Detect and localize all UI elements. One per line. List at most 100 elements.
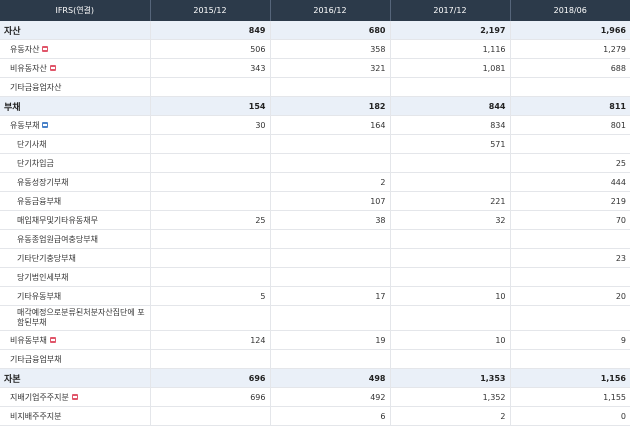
value-cell [390,229,511,249]
table-row: 유동부채 30 164 834 801 [0,115,630,135]
value-cell: 10 [390,330,511,350]
value-cell: 182 [270,96,391,116]
value-cell: 444 [510,172,630,192]
row-label: 단기사채 [17,139,47,149]
value-cell: 154 [150,96,271,116]
row-label: 매입채무및기타유동채무 [17,215,98,225]
value-cell [270,134,391,154]
value-cell: 2,197 [390,21,511,40]
value-cell [390,172,511,192]
value-cell [390,248,511,268]
value-cell [150,134,271,154]
row-label-cell: 단기차입금 [0,153,151,173]
value-cell [270,77,391,97]
value-cell: 30 [150,115,271,135]
collapse-icon[interactable] [42,121,49,128]
row-label-cell: 부채 [0,96,151,116]
value-cell [150,305,271,331]
value-cell: 1,156 [510,368,630,388]
value-cell: 321 [270,58,391,78]
table-row: 매각예정으로분류된처분자산집단에 포함된부채 [0,305,630,331]
value-cell [510,349,630,369]
row-label: 기타유동부채 [17,291,62,301]
row-label-cell: 유동성장기부채 [0,172,151,192]
value-cell: 492 [270,387,391,407]
value-cell: 25 [510,153,630,173]
value-cell: 1,155 [510,387,630,407]
value-cell [150,349,271,369]
row-label: 단기차입금 [17,158,54,168]
value-cell [390,305,511,331]
value-cell [510,305,630,331]
value-cell [150,267,271,287]
table-row: 유동금융부채 107 221 219 [0,191,630,211]
value-cell: 834 [390,115,511,135]
value-cell: 1,966 [510,21,630,40]
value-cell: 343 [150,58,271,78]
table-row: 기타단기충당부채 23 [0,248,630,268]
value-cell: 844 [390,96,511,116]
value-cell: 9 [510,330,630,350]
expand-icon[interactable] [42,45,49,52]
value-cell [150,191,271,211]
row-label-cell: 단기사채 [0,134,151,154]
value-cell [270,267,391,287]
row-label: 유동금융부채 [17,196,62,206]
row-label: 부채 [4,102,21,113]
value-cell: 498 [270,368,391,388]
table-row: 유동종업원급여충당부채 [0,229,630,249]
expand-icon[interactable] [49,64,56,71]
header-row: IFRS(연결) 2015/12 2016/12 2017/12 2018/06 [0,0,630,21]
header-title: IFRS(연결) [0,0,151,21]
value-cell: 107 [270,191,391,211]
value-cell: 219 [510,191,630,211]
header-period: 2017/12 [390,0,511,21]
value-cell: 801 [510,115,630,135]
row-label-cell: 유동금융부채 [0,191,151,211]
header-period: 2016/12 [270,0,391,21]
value-cell [150,153,271,173]
value-cell: 688 [510,58,630,78]
table-row: 단기사채 571 [0,134,630,154]
value-cell: 221 [390,191,511,211]
row-label-cell: 비지배주주지분 [0,406,151,426]
value-cell [270,349,391,369]
row-label-cell: 기타단기충당부채 [0,248,151,268]
value-cell [270,305,391,331]
value-cell: 17 [270,286,391,306]
value-cell: 2 [270,172,391,192]
table-row: 기타금융업부채 [0,349,630,369]
value-cell: 1,279 [510,39,630,59]
row-label: 비유동부채 [10,335,47,345]
expand-icon[interactable] [49,336,56,343]
value-cell [150,406,271,426]
value-cell: 32 [390,210,511,230]
table-row: 기타유동부채 5 17 10 20 [0,286,630,306]
table-row: 비지배주주지분 6 2 0 [0,406,630,426]
value-cell: 124 [150,330,271,350]
table-row: 매입채무및기타유동채무 25 38 32 70 [0,210,630,230]
row-label: 자산 [4,26,21,37]
table-row: 유동성장기부채 2 444 [0,172,630,192]
value-cell: 680 [270,21,391,40]
row-label-cell: 비유동부채 [0,330,151,350]
section-row: 자산 849 680 2,197 1,966 [0,21,630,40]
value-cell: 571 [390,134,511,154]
row-label-cell: 유동부채 [0,115,151,135]
value-cell: 1,116 [390,39,511,59]
row-label: 기타금융업자산 [10,82,62,92]
table-row: 유동자산 506 358 1,116 1,279 [0,39,630,59]
row-label-cell: 비유동자산 [0,58,151,78]
value-cell [150,248,271,268]
value-cell [510,229,630,249]
row-label: 지배기업주주지분 [10,392,69,402]
expand-icon[interactable] [71,393,78,400]
row-label: 유동부채 [10,120,40,130]
row-label-cell: 당기법인세부채 [0,267,151,287]
row-label: 유동성장기부채 [17,177,69,187]
value-cell: 1,352 [390,387,511,407]
row-label: 유동자산 [10,44,40,54]
value-cell [270,153,391,173]
header-period: 2015/12 [150,0,271,21]
row-label: 기타금융업부채 [10,354,62,364]
